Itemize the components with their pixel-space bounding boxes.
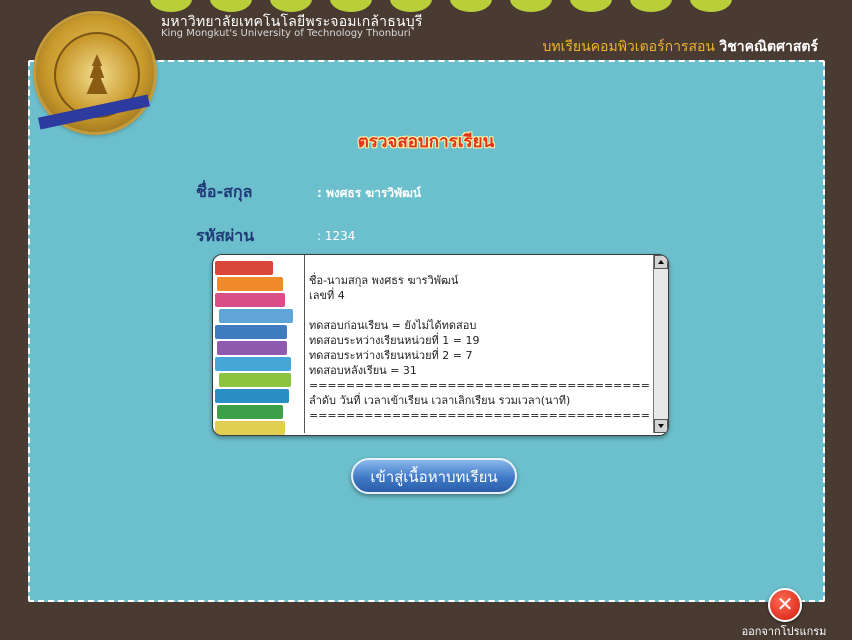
enter-lesson-button[interactable]: เข้าสู่เนื้อหาบทเรียน: [351, 458, 517, 494]
password-label: รหัสผ่าน: [196, 226, 255, 245]
report-textarea[interactable]: ชื่อ-นามสกุล พงศธร ฆารวิพัฒน์ เลขที่ 4 ท…: [304, 255, 651, 433]
exit-program-label: ออกจากโปรแกรม: [741, 625, 827, 638]
report-line: ทดสอบระหว่างเรียนหน่วยที่ 1 = 19: [309, 334, 480, 347]
scroll-up-icon[interactable]: [654, 255, 668, 269]
exit-program-button[interactable]: ✕ ออกจากโปรแกรม: [734, 588, 844, 638]
report-line: ลำดับ วันที่ เวลาเข้าเรียน เวลาเลิกเรียน…: [309, 394, 571, 407]
lesson-title: บทเรียนคอมพิวเตอร์การสอน วิชาคณิตศาสตร์: [543, 36, 819, 58]
close-icon[interactable]: ✕: [768, 588, 802, 622]
report-line: ========================================…: [309, 409, 651, 422]
university-logo: [36, 14, 154, 132]
books-image: [213, 255, 303, 435]
report-line: ทดสอบหลังเรียน = 31: [309, 364, 417, 377]
page-title: ตรวจสอบการเรียน: [357, 132, 495, 152]
report-line: เลขที่ 4: [309, 289, 345, 302]
scroll-down-icon[interactable]: [654, 419, 668, 433]
password-value: : 1234: [317, 229, 356, 243]
name-value: : พงศธร ฆารวิพัฒน์: [317, 186, 422, 200]
university-name-english: King Mongkut's University of Technology …: [161, 28, 411, 39]
name-label: ชื่อ-สกุล: [196, 182, 253, 201]
report-scrollbar[interactable]: [653, 255, 668, 433]
lesson-title-subject: วิชาคณิตศาสตร์: [719, 39, 818, 55]
report-line: ทดสอบก่อนเรียน = ยังไม่ได้ทดสอบ: [309, 319, 477, 332]
report-line: ชื่อ-นามสกุล พงศธร ฆารวิพัฒน์: [309, 274, 459, 287]
report-line: [309, 303, 647, 318]
lesson-title-prefix: บทเรียนคอมพิวเตอร์การสอน: [542, 39, 720, 55]
report-line: ทดสอบระหว่างเรียนหน่วยที่ 2 = 7: [309, 349, 473, 362]
report-box: ชื่อ-นามสกุล พงศธร ฆารวิพัฒน์ เลขที่ 4 ท…: [212, 254, 669, 436]
report-line: ========================================…: [309, 379, 651, 392]
